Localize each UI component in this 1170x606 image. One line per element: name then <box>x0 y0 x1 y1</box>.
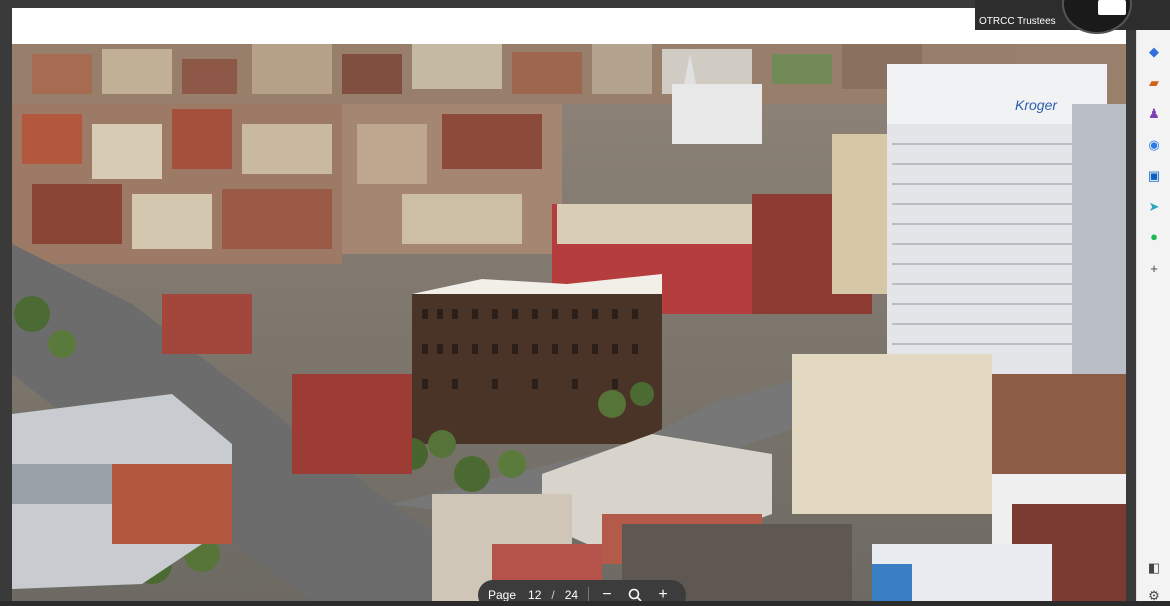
page-navigation-bar: Page 12 / 24 − + <box>478 580 686 601</box>
page-top-margin <box>12 8 1126 44</box>
people-icon[interactable]: ♟ <box>1144 104 1164 124</box>
sidebar-toggle-icon[interactable]: ◧ <box>1144 558 1164 578</box>
copilot-icon[interactable]: ◉ <box>1144 135 1164 155</box>
participant-name: OTRCC Trustees <box>979 16 1056 27</box>
total-pages: 24 <box>564 588 579 601</box>
send-icon[interactable]: ➤ <box>1144 197 1164 217</box>
app-window: Kroger Page 12 / 24 − + OTRCC Trustees ◆… <box>0 0 1170 603</box>
browser-sidebar: ◆ ▰ ♟ ◉ ▣ ➤ ● + ◧ ⚙ <box>1136 30 1170 603</box>
page-label: Page <box>488 588 517 601</box>
add-icon[interactable]: + <box>1144 258 1164 278</box>
document-page: Kroger Page 12 / 24 − + <box>12 8 1126 601</box>
aerial-city-image: Kroger <box>12 44 1126 601</box>
zoom-in-button[interactable]: + <box>653 585 673 601</box>
divider <box>588 587 590 601</box>
outlook-icon[interactable]: ▣ <box>1144 166 1164 186</box>
current-page-input[interactable]: 12 <box>526 588 543 601</box>
zoom-icon[interactable] <box>625 585 645 601</box>
tag-icon[interactable]: ◆ <box>1144 42 1164 62</box>
page-separator: / <box>551 588 555 601</box>
video-control-button[interactable] <box>1098 0 1126 15</box>
zoom-out-button[interactable]: − <box>597 585 617 601</box>
tower-sign: Kroger <box>1015 97 1058 113</box>
spotify-icon[interactable]: ● <box>1144 226 1164 246</box>
briefcase-icon[interactable]: ▰ <box>1144 73 1164 93</box>
settings-icon[interactable]: ⚙ <box>1144 586 1164 606</box>
